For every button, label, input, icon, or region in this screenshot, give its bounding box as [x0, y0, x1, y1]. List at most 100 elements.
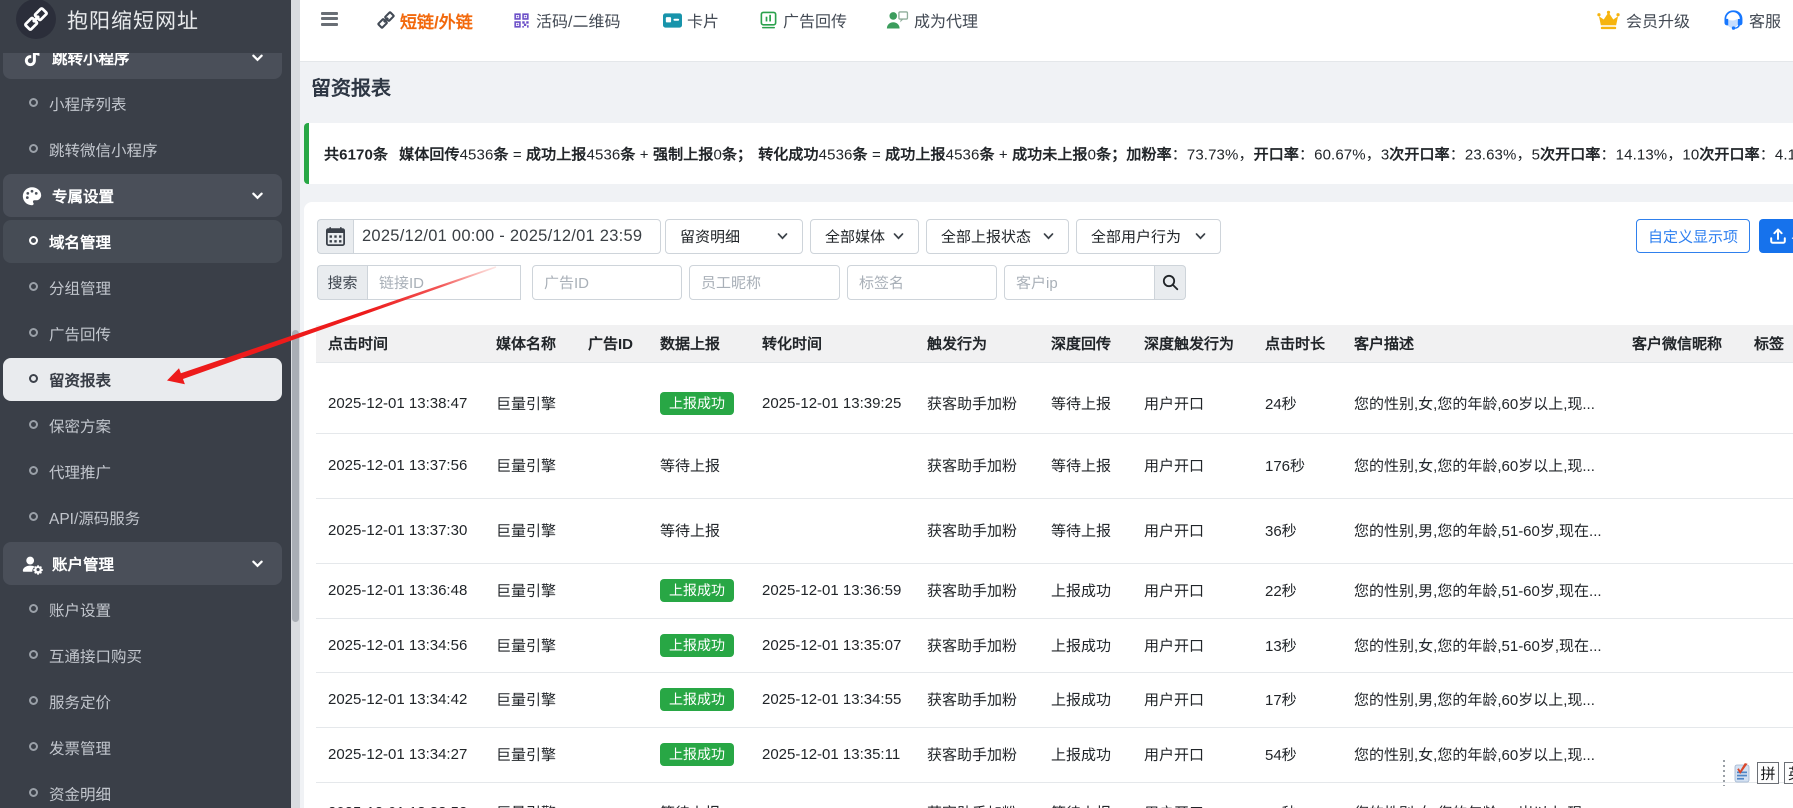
- table-cell: [1620, 672, 1742, 727]
- table-row: 2025-12-01 13:34:56巨量引擎上报成功2025-12-01 13…: [316, 618, 1793, 672]
- nav-item-member-upgrade[interactable]: 会员升级: [1596, 7, 1690, 33]
- sidebar-item-group-management[interactable]: 分组管理: [0, 265, 291, 311]
- sidebar-item-service-pricing[interactable]: 服务定价: [0, 679, 291, 725]
- nav-item-card[interactable]: 卡片: [663, 7, 719, 33]
- table-cell: 13秒: [1253, 618, 1342, 672]
- placeholder: 标签名: [859, 272, 904, 293]
- filter-select-1[interactable]: 全部媒体: [810, 219, 919, 254]
- sidebar-item-privacy-plan[interactable]: 保密方案: [0, 403, 291, 449]
- app-logo[interactable]: 抱阳缩短网址: [0, 0, 291, 53]
- lead-report-table: 点击时间媒体名称广告ID数据上报转化时间触发行为深度回传深度触发行为点击时长客户…: [316, 325, 1793, 808]
- summary-segment: 0: [713, 146, 721, 163]
- table-cell: 用户开口: [1132, 727, 1253, 782]
- table-cell: 2025-12-01 13:35:07: [750, 618, 915, 672]
- table-cell: 获客助手加粉: [915, 618, 1039, 672]
- calendar-icon[interactable]: [317, 219, 353, 254]
- sidebar-item-account-settings[interactable]: 账户设置: [0, 587, 291, 633]
- table-cell: 36秒: [1253, 498, 1342, 563]
- nav-item-become-agent[interactable]: 成为代理: [886, 7, 978, 33]
- table-cell: 您的性别,女,您的年龄,51-60岁,现在...: [1342, 618, 1620, 672]
- sidebar-item-account-management[interactable]: 账户管理: [0, 541, 291, 587]
- sidebar-item-ad-callback[interactable]: 广告回传: [0, 311, 291, 357]
- table-row: 2025-12-01 13:38:47巨量引擎上报成功2025-12-01 13…: [316, 362, 1793, 433]
- nav-item-short-link[interactable]: 短链/外链: [377, 7, 473, 33]
- filter-row: 2025/12/01 00:00 - 2025/12/01 23:59 留资明细…: [317, 219, 1228, 254]
- sidebar-item-label: 域名管理: [49, 231, 111, 253]
- table-cell: 巨量引擎: [484, 727, 576, 782]
- table-row: 2025-12-01 13:34:27巨量引擎上报成功2025-12-01 13…: [316, 727, 1793, 782]
- date-range-input[interactable]: 2025/12/01 00:00 - 2025/12/01 23:59: [353, 219, 661, 254]
- table-cell: 2025-12-01 13:39:25: [750, 362, 915, 433]
- search-input-1[interactable]: 广告ID: [532, 265, 682, 300]
- table-cell: 2025-12-01 13:38:47: [316, 362, 484, 433]
- table-cell: [576, 563, 648, 618]
- nav-item-label: 会员升级: [1626, 8, 1690, 32]
- bullet-circle-icon: [29, 420, 38, 429]
- column-header-9: 客户描述: [1342, 325, 1620, 362]
- table-cell: [1620, 498, 1742, 563]
- table-cell: 您的性别,女,您的年龄,60岁以上,现...: [1342, 782, 1620, 808]
- summary-segment: ：60.67%，3: [1299, 146, 1389, 163]
- table-cell: 2025-12-01 13:33:52: [316, 782, 484, 808]
- sidebar-item-bg: [3, 82, 282, 125]
- sidebar-item-mini-program-list[interactable]: 小程序列表: [0, 81, 291, 127]
- nav-item-customer-service[interactable]: 客服: [1722, 7, 1781, 33]
- search-input-link-id[interactable]: 链接ID: [367, 265, 521, 300]
- table-cell: 获客助手加粉: [915, 433, 1039, 498]
- table-cell: 您的性别,女,您的年龄,60岁以上,现...: [1342, 362, 1620, 433]
- ime-pinyin-box[interactable]: 拼: [1757, 762, 1779, 784]
- summary-segment: =: [868, 146, 885, 163]
- placeholder: 员工昵称: [701, 272, 761, 293]
- filter-select-0[interactable]: 留资明细: [665, 219, 803, 254]
- sidebar-item-exclusive-settings[interactable]: 专属设置: [0, 173, 291, 219]
- nav-item-label: 短链/外链: [400, 8, 473, 33]
- column-header-10: 客户微信昵称: [1620, 325, 1742, 362]
- sidebar-item-label: 跳转微信小程序: [49, 139, 158, 161]
- ime-toolbar: 拼 英: [1723, 759, 1793, 787]
- filter-select-2[interactable]: 全部上报状态: [926, 219, 1069, 254]
- table-cell: [1742, 498, 1793, 563]
- sidebar-item-wechat-mini-program-jump[interactable]: 跳转微信小程序: [0, 127, 291, 173]
- table-cell: [1620, 618, 1742, 672]
- menu-toggle-icon[interactable]: [321, 12, 338, 26]
- table-cell: 2025-12-01 13:34:42: [316, 672, 484, 727]
- sidebar-item-label: 账户管理: [52, 553, 114, 575]
- search-group: 搜索 链接ID: [317, 265, 521, 300]
- sidebar-item-bg: [3, 588, 282, 631]
- search-button[interactable]: [1155, 265, 1186, 300]
- sidebar-scrollbar-thumb[interactable]: [292, 330, 299, 622]
- sidebar-item-fund-details[interactable]: 资金明细: [0, 771, 291, 808]
- table-cell: 2025-12-01 13:34:27: [316, 727, 484, 782]
- sidebar-item-bg: [3, 450, 282, 493]
- nav-item-qrcode[interactable]: 活码/二维码: [512, 7, 620, 33]
- link-icon: [377, 11, 395, 29]
- sidebar-item-agent-promotion[interactable]: 代理推广: [0, 449, 291, 495]
- customize-columns-button[interactable]: 自定义显示项: [1636, 219, 1750, 253]
- select-value: 全部用户行为: [1091, 226, 1181, 247]
- sidebar-item-lead-report[interactable]: 留资报表: [0, 357, 291, 403]
- ime-english-box[interactable]: 英: [1784, 762, 1793, 784]
- ime-doc-icon[interactable]: [1734, 763, 1751, 783]
- search-input-4[interactable]: 客户ip: [1004, 265, 1155, 300]
- nav-item-ad-callback[interactable]: 广告回传: [759, 7, 847, 33]
- table-cell: [1742, 433, 1793, 498]
- sidebar-scrollbar[interactable]: [291, 0, 300, 808]
- ime-drag-handle[interactable]: [1723, 760, 1725, 786]
- table-cell: [1620, 433, 1742, 498]
- search-input-2[interactable]: 员工昵称: [689, 265, 840, 300]
- sidebar-item-invoice-management[interactable]: 发票管理: [0, 725, 291, 771]
- agent-icon: [886, 11, 909, 29]
- table-cell: 用户开口: [1132, 563, 1253, 618]
- placeholder: 客户ip: [1016, 272, 1058, 293]
- summary-text: 共6170条媒体回传4536条 = 成功上报4536条 + 强制上报0条；转化成…: [324, 143, 1793, 164]
- sidebar-item-label: 账户设置: [49, 599, 111, 621]
- table-cell: [576, 433, 648, 498]
- search-input-3[interactable]: 标签名: [847, 265, 997, 300]
- sidebar-item-interface-purchase[interactable]: 互通接口购买: [0, 633, 291, 679]
- sidebar-item-api-source-service[interactable]: API/源码服务: [0, 495, 291, 541]
- card-icon: [663, 13, 682, 28]
- sidebar-item-bg: [3, 404, 282, 447]
- export-button[interactable]: 导出报表: [1759, 219, 1793, 253]
- filter-select-3[interactable]: 全部用户行为: [1076, 219, 1221, 254]
- sidebar-item-domain-management[interactable]: 域名管理: [0, 219, 291, 265]
